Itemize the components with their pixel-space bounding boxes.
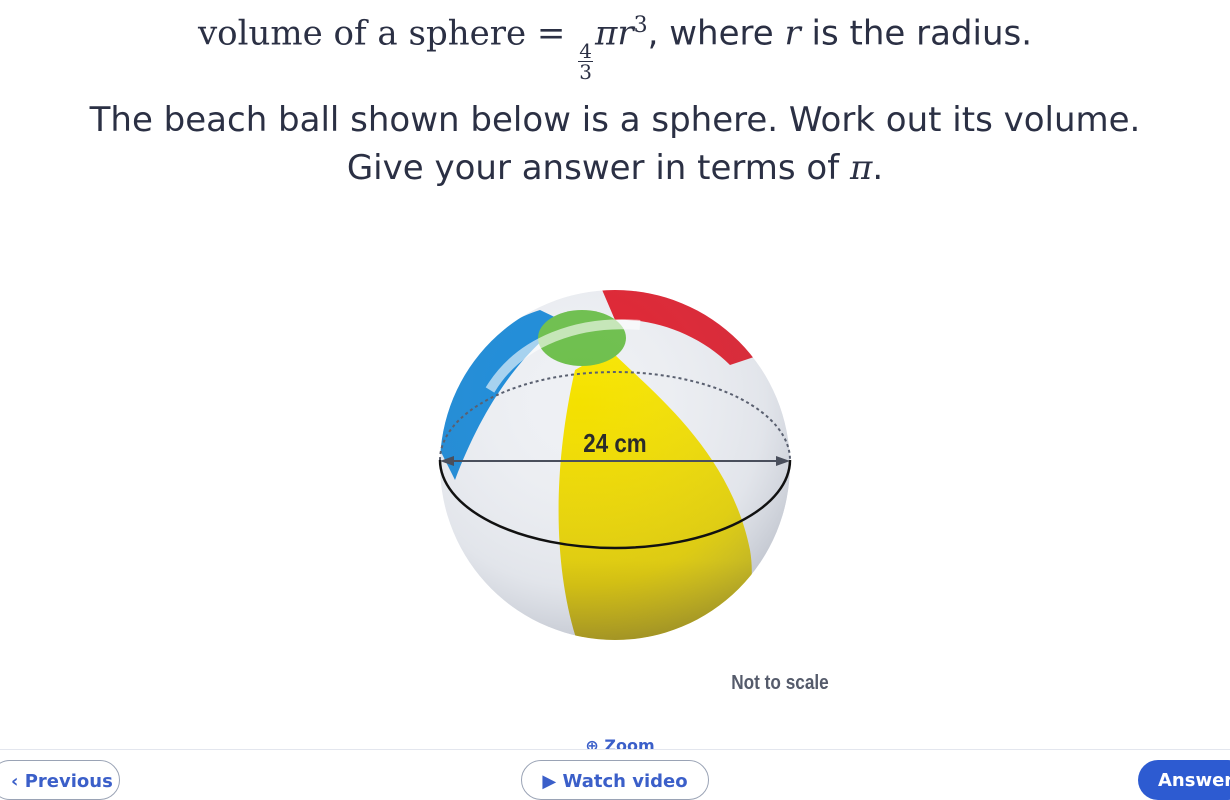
formula-var2: r xyxy=(784,13,801,54)
formula-pi: π xyxy=(594,13,618,54)
beach-ball-diagram: 24 cm xyxy=(438,290,792,640)
answer-label: Answer xyxy=(1158,770,1230,791)
footer-divider xyxy=(0,749,1230,750)
formula-suffix: is the radius. xyxy=(811,13,1033,54)
not-to-scale-label: Not to scale xyxy=(731,672,829,694)
fraction-numerator: 4 xyxy=(578,39,593,64)
zoom-icon: ⊕ xyxy=(585,736,599,750)
question-text: The beach ball shown below is a sphere. … xyxy=(0,96,1230,192)
previous-label: Previous xyxy=(24,771,113,792)
formula-fraction: 4 3 xyxy=(578,41,593,82)
diameter-label: 24 cm xyxy=(583,429,646,458)
zoom-label: Zoom xyxy=(604,736,655,750)
watch-video-label: Watch video xyxy=(562,771,688,792)
previous-button[interactable]: ‹ Previous xyxy=(0,760,120,800)
question-line2-end: . xyxy=(872,148,884,188)
formula-prefix: volume of a sphere xyxy=(197,13,527,54)
question-line1: The beach ball shown below is a sphere. … xyxy=(89,100,1141,140)
formula-equals: = xyxy=(536,13,566,54)
zoom-button[interactable]: ⊕ Zoom xyxy=(560,736,680,750)
watch-video-button[interactable]: ▶ Watch video xyxy=(521,760,709,800)
question-pi: π xyxy=(850,148,873,188)
answer-button[interactable]: Answer xyxy=(1138,760,1230,800)
fraction-denominator: 3 xyxy=(579,60,592,85)
question-line2: Give your answer in terms of π. xyxy=(0,144,1230,192)
formula-exponent: 3 xyxy=(633,13,648,38)
formula-comma: , xyxy=(647,13,659,54)
formula-var: r xyxy=(617,13,634,54)
chevron-left-icon: ‹ xyxy=(11,771,19,792)
video-icon: ▶ xyxy=(542,771,557,792)
question-line2-prefix: Give your answer in terms of xyxy=(346,148,840,188)
formula-where: where xyxy=(669,13,774,54)
formula: volume of a sphere = 4 3 πr3, where r is… xyxy=(0,0,1230,82)
